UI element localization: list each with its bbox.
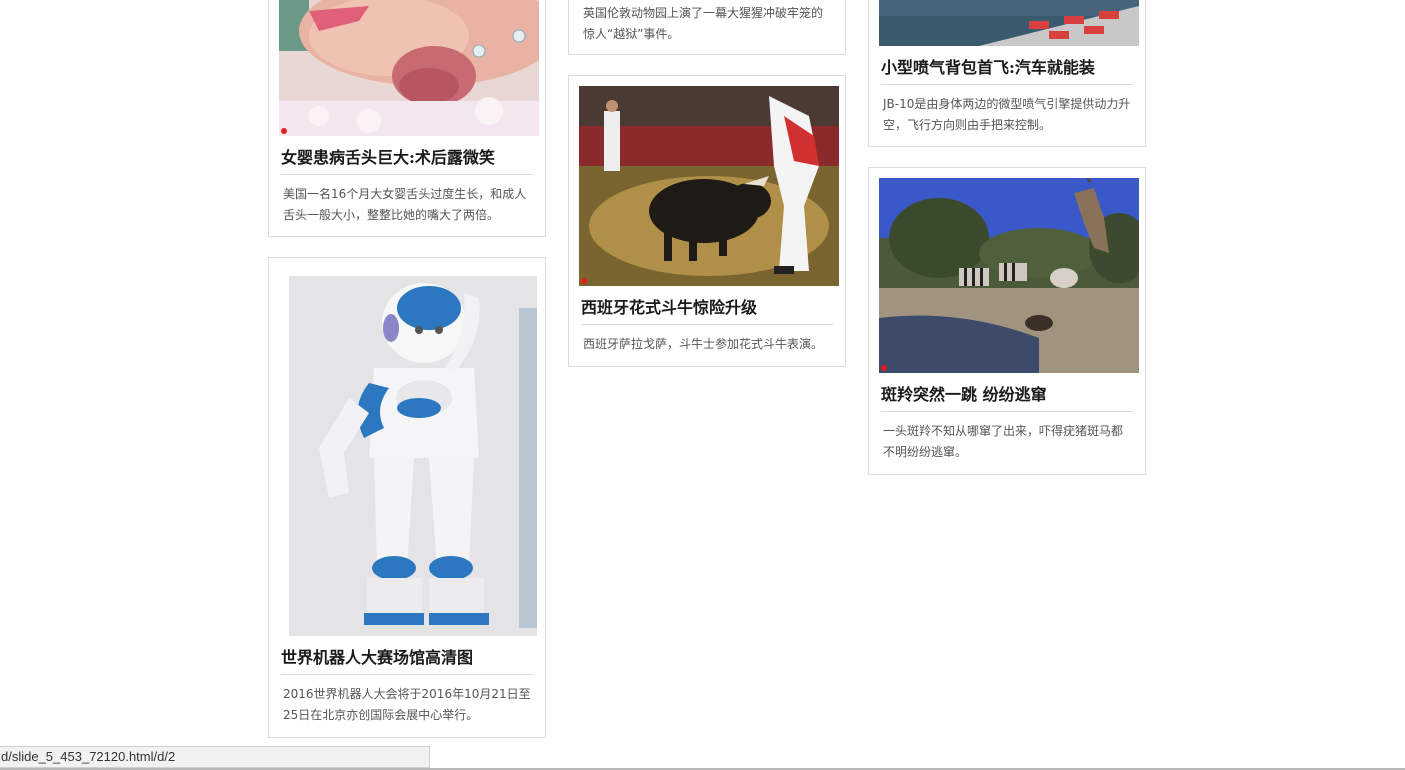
- jetpack-photo-image: [879, 0, 1139, 46]
- news-card-baby-tongue[interactable]: 女婴患病舌头巨大:术后露微笑 美国一名16个月大女婴舌头过度生长，和成人舌头一般…: [268, 0, 546, 237]
- watermark-icon: [581, 277, 589, 285]
- card-description: 西班牙萨拉戈萨，斗牛士参加花式斗牛表演。: [583, 337, 824, 351]
- baby-photo[interactable]: [279, 0, 539, 136]
- card-description: 一头斑羚不知从哪窜了出来，吓得疣猪斑马都不明纷纷逃窜。: [883, 424, 1124, 459]
- status-bar-url: d/slide_5_453_72120.html/d/2: [0, 746, 430, 768]
- card-description: 美国一名16个月大女婴舌头过度生长，和成人舌头一般大小，整整比她的嘴大了两倍。: [283, 187, 527, 222]
- news-card-jetpack[interactable]: 小型喷气背包首飞:汽车就能装 JB-10是由身体两边的微型喷气引擎提供动力升空，…: [868, 0, 1146, 147]
- watermark-icon: [281, 127, 289, 135]
- antelope-photo[interactable]: [879, 178, 1139, 373]
- antelope-photo-image: [879, 178, 1139, 373]
- news-card-antelope[interactable]: 斑羚突然一跳 纷纷逃窜 一头斑羚不知从哪窜了出来，吓得疣猪斑马都不明纷纷逃窜。: [868, 167, 1146, 475]
- news-card-gorilla[interactable]: 英国伦敦动物园上演了一幕大猩猩冲破牢笼的惊人“越狱”事件。: [568, 0, 846, 55]
- jetpack-photo[interactable]: [879, 0, 1139, 46]
- news-card-robot[interactable]: 世界机器人大赛场馆高清图 2016世界机器人大会将于2016年10月21日至25…: [268, 257, 546, 738]
- card-title[interactable]: 小型喷气背包首飞:汽车就能装: [881, 58, 1133, 85]
- watermark-icon: [881, 364, 889, 372]
- card-title[interactable]: 世界机器人大赛场馆高清图: [281, 648, 533, 675]
- card-description: 英国伦敦动物园上演了一幕大猩猩冲破牢笼的惊人“越狱”事件。: [583, 6, 824, 41]
- robot-photo-image: [279, 268, 539, 636]
- news-card-bullfight[interactable]: 西班牙花式斗牛惊险升级 西班牙萨拉戈萨，斗牛士参加花式斗牛表演。: [568, 75, 846, 367]
- bullfight-photo-image: [579, 86, 839, 286]
- bullfight-photo[interactable]: [579, 86, 839, 286]
- card-title[interactable]: 斑羚突然一跳 纷纷逃窜: [881, 385, 1133, 412]
- robot-photo[interactable]: [279, 268, 539, 636]
- card-description: JB-10是由身体两边的微型喷气引擎提供动力升空，飞行方向则由手把来控制。: [883, 97, 1131, 132]
- baby-photo-image: [279, 0, 539, 136]
- card-title[interactable]: 女婴患病舌头巨大:术后露微笑: [281, 148, 533, 175]
- card-title[interactable]: 西班牙花式斗牛惊险升级: [581, 298, 833, 325]
- card-description: 2016世界机器人大会将于2016年10月21日至25日在北京亦创国际会展中心举…: [283, 687, 531, 722]
